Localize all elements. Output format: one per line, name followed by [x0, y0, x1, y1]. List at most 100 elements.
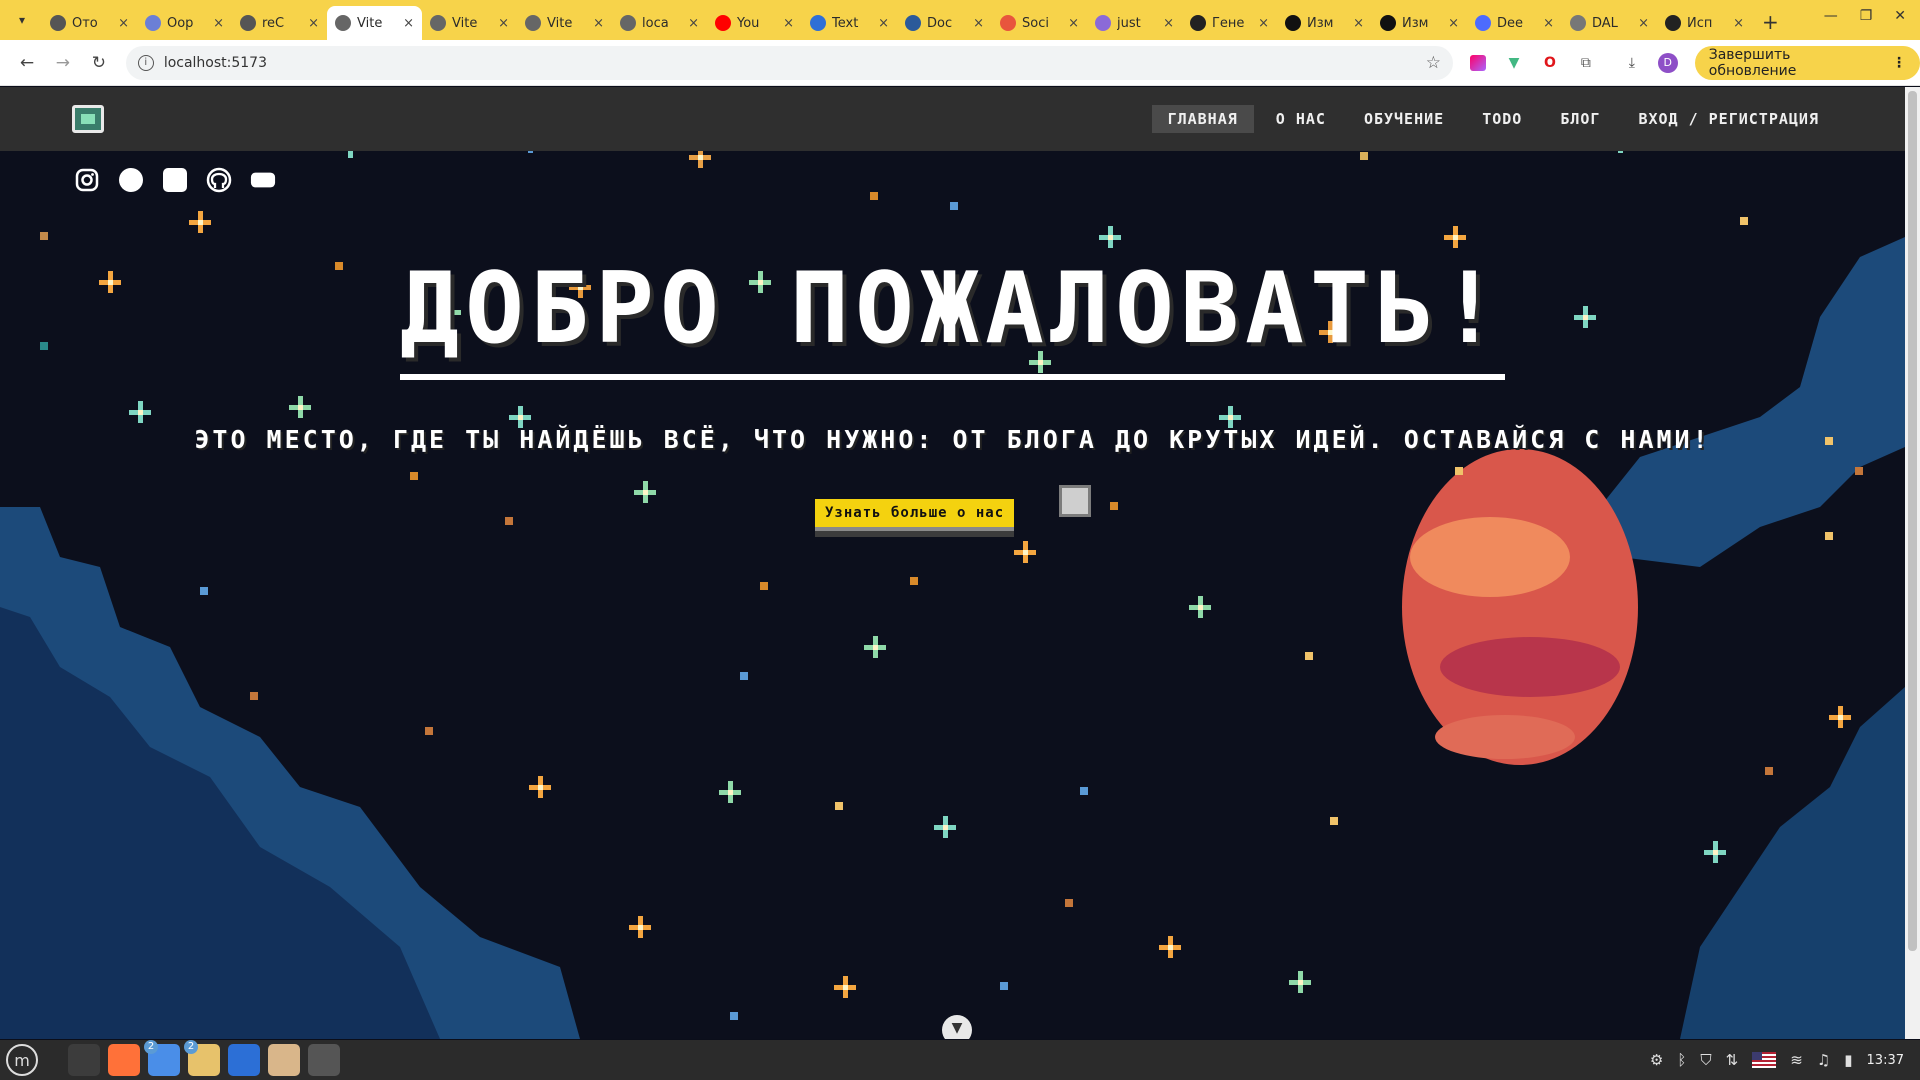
pixel-dot: [1110, 502, 1118, 510]
tab-close-icon[interactable]: ×: [308, 16, 319, 31]
nav-item[interactable]: TODO: [1466, 105, 1538, 133]
tab-close-icon[interactable]: ×: [1733, 16, 1744, 31]
nav-item[interactable]: ГЛАВНАЯ: [1151, 105, 1254, 133]
close-window-icon[interactable]: ✕: [1894, 8, 1906, 24]
reload-icon[interactable]: ↻: [84, 48, 114, 78]
tab-close-icon[interactable]: ×: [1353, 16, 1364, 31]
vpn-icon[interactable]: ⚙: [1650, 1051, 1663, 1069]
nav-item[interactable]: ВХОД / РЕГИСТРАЦИЯ: [1622, 105, 1835, 133]
browser-tab[interactable]: Ото ×: [42, 6, 137, 40]
address-bar[interactable]: i localhost:5173 ☆: [125, 45, 1454, 80]
extension-pink-icon[interactable]: [1467, 52, 1489, 74]
browser-tab[interactable]: Vite ×: [517, 6, 612, 40]
tab-close-icon[interactable]: ×: [213, 16, 224, 31]
tab-close-icon[interactable]: ×: [1543, 16, 1554, 31]
update-button[interactable]: Завершить обновление ⋮: [1694, 45, 1920, 80]
site-info-icon[interactable]: i: [137, 54, 154, 71]
browser-tab[interactable]: Исп ×: [1657, 6, 1752, 40]
github-icon[interactable]: [206, 167, 232, 193]
opera-extension-icon[interactable]: O: [1539, 52, 1561, 74]
browser-tab[interactable]: Soci ×: [992, 6, 1087, 40]
restore-icon[interactable]: ❐: [1860, 8, 1873, 24]
taskbar-archive-icon[interactable]: [268, 1044, 300, 1076]
browser-tab[interactable]: Text ×: [802, 6, 897, 40]
scrollbar-thumb[interactable]: [1908, 91, 1917, 951]
tab-close-icon[interactable]: ×: [593, 16, 604, 31]
circle-icon[interactable]: [118, 167, 144, 193]
browser-tab[interactable]: You ×: [707, 6, 802, 40]
browser-tab[interactable]: Dee ×: [1467, 6, 1562, 40]
taskbar-intellij-icon[interactable]: [228, 1044, 260, 1076]
forward-arrow-icon[interactable]: →: [48, 48, 78, 78]
taskbar-inkscape-icon[interactable]: [308, 1044, 340, 1076]
taskbar-firefox-icon[interactable]: [108, 1044, 140, 1076]
tab-search-button[interactable]: ▾: [8, 6, 36, 34]
network-share-icon[interactable]: ⇅: [1726, 1051, 1739, 1069]
site-logo-icon[interactable]: [72, 105, 104, 133]
tab-favicon-icon: [905, 15, 921, 31]
nav-item[interactable]: ОБУЧЕНИЕ: [1348, 105, 1460, 133]
scroll-down-button[interactable]: ▼: [942, 1015, 972, 1039]
pixel-dot: [1360, 152, 1368, 160]
wifi-icon[interactable]: ≋: [1790, 1051, 1803, 1069]
tab-favicon-icon: [1190, 15, 1206, 31]
new-tab-button[interactable]: +: [1762, 10, 1779, 34]
instagram-icon[interactable]: [74, 167, 100, 193]
tab-title: loca: [642, 15, 669, 31]
clock[interactable]: 13:37: [1867, 1053, 1904, 1068]
tab-close-icon[interactable]: ×: [1163, 16, 1174, 31]
browser-tab[interactable]: Изм ×: [1277, 6, 1372, 40]
square-icon[interactable]: [162, 167, 188, 193]
back-arrow-icon[interactable]: ←: [12, 48, 42, 78]
page-scrollbar[interactable]: [1905, 87, 1920, 1039]
browser-tab[interactable]: just ×: [1087, 6, 1182, 40]
more-menu-icon[interactable]: ⋮: [1892, 55, 1906, 71]
start-menu-icon[interactable]: m: [6, 1044, 38, 1076]
browser-tab[interactable]: Doc ×: [897, 6, 992, 40]
browser-tab[interactable]: Vite ×: [327, 6, 422, 40]
profile-avatar[interactable]: D: [1657, 52, 1679, 74]
tab-close-icon[interactable]: ×: [1068, 16, 1079, 31]
tab-close-icon[interactable]: ×: [783, 16, 794, 31]
minimize-icon[interactable]: —: [1824, 8, 1838, 24]
downloads-icon[interactable]: ⤓: [1621, 52, 1643, 74]
browser-tab[interactable]: loca ×: [612, 6, 707, 40]
tab-title: Исп: [1687, 15, 1713, 31]
pixel-dot: [1825, 532, 1833, 540]
shield-icon[interactable]: ⛉: [1700, 1051, 1711, 1069]
extensions-puzzle-icon[interactable]: ⧉: [1575, 52, 1597, 74]
browser-tab[interactable]: Оор ×: [137, 6, 232, 40]
taskbar-files-icon[interactable]: 2: [184, 1040, 220, 1076]
tab-close-icon[interactable]: ×: [118, 16, 129, 31]
vue-devtools-icon[interactable]: ▼: [1503, 52, 1525, 74]
tab-close-icon[interactable]: ×: [688, 16, 699, 31]
pixel-dot: [910, 577, 918, 585]
learn-more-button[interactable]: Узнать больше о нас: [815, 499, 1015, 531]
url-text[interactable]: localhost:5173: [164, 55, 1426, 71]
youtube-icon[interactable]: [250, 167, 276, 193]
browser-tab[interactable]: reC ×: [232, 6, 327, 40]
star-core: [943, 825, 948, 830]
pixel-dot: [1080, 787, 1088, 795]
browser-tab[interactable]: Изм ×: [1372, 6, 1467, 40]
browser-tab[interactable]: DAL ×: [1562, 6, 1657, 40]
battery-icon[interactable]: ▮: [1844, 1051, 1852, 1069]
bookmark-star-icon[interactable]: ☆: [1426, 53, 1441, 73]
taskbar-terminal-icon[interactable]: [68, 1044, 100, 1076]
sound-icon[interactable]: ♫: [1817, 1051, 1830, 1069]
tab-close-icon[interactable]: ×: [1448, 16, 1459, 31]
bluetooth-icon[interactable]: ᛒ: [1677, 1051, 1686, 1069]
tab-close-icon[interactable]: ×: [498, 16, 509, 31]
taskbar-chrome-icon[interactable]: 2: [144, 1040, 180, 1076]
tab-close-icon[interactable]: ×: [403, 16, 414, 31]
nav-item[interactable]: БЛОГ: [1544, 105, 1616, 133]
tab-close-icon[interactable]: ×: [878, 16, 889, 31]
tab-close-icon[interactable]: ×: [1258, 16, 1269, 31]
nav-item[interactable]: О НАС: [1260, 105, 1342, 133]
browser-tab[interactable]: Гене ×: [1182, 6, 1277, 40]
keyboard-layout-flag-icon[interactable]: [1752, 1052, 1777, 1068]
tab-close-icon[interactable]: ×: [1638, 16, 1649, 31]
star-core: [1023, 550, 1028, 555]
tab-close-icon[interactable]: ×: [973, 16, 984, 31]
browser-tab[interactable]: Vite ×: [422, 6, 517, 40]
